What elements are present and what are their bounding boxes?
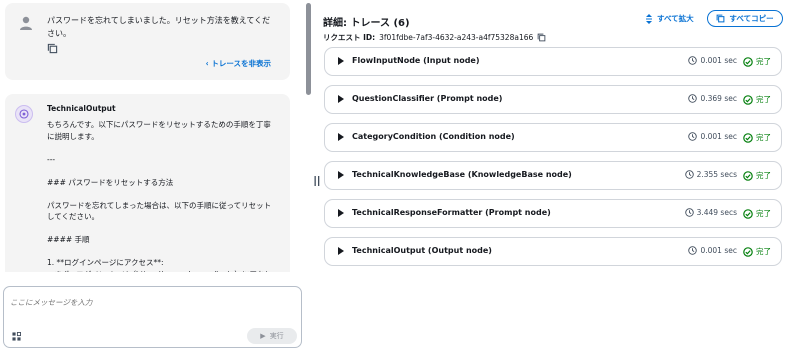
node-status-text: 完了 [756, 95, 771, 104]
node-status: 完了 [743, 56, 771, 67]
chat-scrollbar[interactable] [305, 0, 312, 272]
node-duration-text: 0.001 sec [700, 246, 737, 255]
bot-message-text: もちろんです。以下にパスワードをリセットするための手順を丁寧に説明します。 --… [47, 120, 272, 272]
app-root: パスワードを忘れてしまいました。リセット方法を教えてください。 ‹ トレースを非… [0, 0, 800, 350]
trace-node-row[interactable]: FlowInputNode (Input node) 0.001 sec 完了 [324, 47, 782, 76]
chevron-right-icon[interactable] [338, 171, 344, 179]
node-name: CategoryCondition (Condition node) [352, 132, 515, 141]
node-status: 完了 [743, 94, 771, 105]
trace-node-row[interactable]: TechnicalKnowledgeBase (KnowledgeBase no… [324, 161, 782, 190]
node-status: 完了 [743, 132, 771, 143]
message-composer: ▶ 実行 [3, 286, 302, 348]
copy-all-button[interactable]: すべてコピー [707, 10, 783, 27]
node-name: TechnicalKnowledgeBase (KnowledgeBase no… [352, 170, 572, 179]
chevron-right-icon[interactable] [338, 57, 344, 65]
bot-message-card: TechnicalOutput もちろんです。以下にパスワードをリセットするため… [5, 94, 290, 272]
expand-all-button[interactable]: すべて拡大 [645, 13, 694, 24]
node-name: FlowInputNode (Input node) [352, 56, 480, 65]
request-id-value: 3f01fdbe-7af3-4632-a243-a4f75328a166 [379, 33, 534, 42]
node-status-text: 完了 [756, 57, 771, 66]
run-label: 実行 [269, 332, 284, 340]
trace-node-row[interactable]: TechnicalOutput (Output node) 0.001 sec 完了 [324, 237, 782, 266]
node-status-text: 完了 [756, 171, 771, 180]
node-duration-text: 2.355 secs [696, 170, 737, 179]
chat-pane: パスワードを忘れてしまいました。リセット方法を教えてください。 ‹ トレースを非… [0, 0, 305, 350]
clock-icon [688, 246, 698, 255]
node-duration: 3.449 secs [684, 208, 737, 217]
chevron-right-icon[interactable] [338, 133, 344, 141]
node-name: TechnicalResponseFormatter (Prompt node) [352, 208, 551, 217]
copy-icon [717, 14, 725, 23]
copy-all-label: すべてコピー [729, 14, 774, 23]
check-circle-icon [743, 208, 753, 219]
attach-icon[interactable] [12, 332, 21, 341]
user-message-card: パスワードを忘れてしまいました。リセット方法を教えてください。 ‹ トレースを非… [5, 3, 290, 80]
bot-name: TechnicalOutput [47, 104, 116, 113]
message-input[interactable] [10, 291, 295, 313]
node-status: 完了 [743, 170, 771, 181]
trace-node-row[interactable]: TechnicalResponseFormatter (Prompt node)… [324, 199, 782, 228]
chevron-right-icon[interactable] [338, 95, 344, 103]
hide-trace-label: トレースを非表示 [211, 59, 271, 68]
chat-scrollbar-thumb[interactable] [306, 3, 311, 95]
clock-icon [684, 208, 694, 217]
node-duration-text: 0.001 sec [700, 56, 737, 65]
expand-icon [646, 13, 652, 24]
node-name: TechnicalOutput (Output node) [352, 246, 492, 255]
node-duration: 2.355 secs [684, 170, 737, 179]
copy-icon[interactable] [47, 43, 58, 54]
chevron-right-icon[interactable] [338, 209, 344, 217]
hide-trace-link[interactable]: ‹ トレースを非表示 [206, 58, 271, 69]
trace-node-row[interactable]: QuestionClassifier (Prompt node) 0.369 se… [324, 85, 782, 114]
run-button[interactable]: ▶ 実行 [247, 328, 297, 344]
chevron-left-icon: ‹ [205, 59, 209, 68]
node-duration: 0.001 sec [688, 56, 737, 65]
copy-icon[interactable] [537, 33, 546, 42]
play-icon: ▶ [260, 332, 266, 340]
check-circle-icon [743, 246, 753, 257]
node-status: 完了 [743, 208, 771, 219]
user-message-text: パスワードを忘れてしまいました。リセット方法を教えてください。 [47, 16, 271, 38]
chevron-right-icon[interactable] [338, 247, 344, 255]
request-id-label: リクエスト ID: [323, 33, 376, 42]
check-circle-icon [743, 132, 753, 143]
clock-icon [684, 170, 694, 179]
trace-title: 詳細: トレース (6) [323, 18, 410, 29]
node-duration: 0.001 sec [688, 246, 737, 255]
node-duration: 0.369 sec [688, 94, 737, 103]
node-name: QuestionClassifier (Prompt node) [352, 94, 503, 103]
node-status: 完了 [743, 246, 771, 257]
node-status-text: 完了 [756, 247, 771, 256]
check-circle-icon [743, 94, 753, 105]
node-duration-text: 0.001 sec [700, 132, 737, 141]
expand-all-label: すべて拡大 [657, 14, 694, 23]
check-circle-icon [743, 56, 753, 67]
check-circle-icon [743, 170, 753, 181]
node-duration-text: 3.449 secs [696, 208, 737, 217]
node-duration: 0.001 sec [688, 132, 737, 141]
clock-icon [688, 94, 698, 103]
clock-icon [688, 132, 698, 141]
node-duration-text: 0.369 sec [700, 94, 737, 103]
chat-history[interactable]: パスワードを忘れてしまいました。リセット方法を教えてください。 ‹ トレースを非… [0, 0, 305, 272]
trace-node-row[interactable]: CategoryCondition (Condition node) 0.001 … [324, 123, 782, 152]
clock-icon [688, 56, 698, 65]
bot-avatar-icon [15, 105, 33, 123]
request-id-row: リクエスト ID: 3f01fdbe-7af3-4632-a243-a4f753… [323, 32, 546, 43]
node-status-text: 完了 [756, 209, 771, 218]
node-status-text: 完了 [756, 133, 771, 142]
trace-pane: 詳細: トレース (6) すべて拡大 すべてコピー リクエスト ID: 3f01… [320, 0, 800, 350]
user-icon [20, 16, 32, 30]
